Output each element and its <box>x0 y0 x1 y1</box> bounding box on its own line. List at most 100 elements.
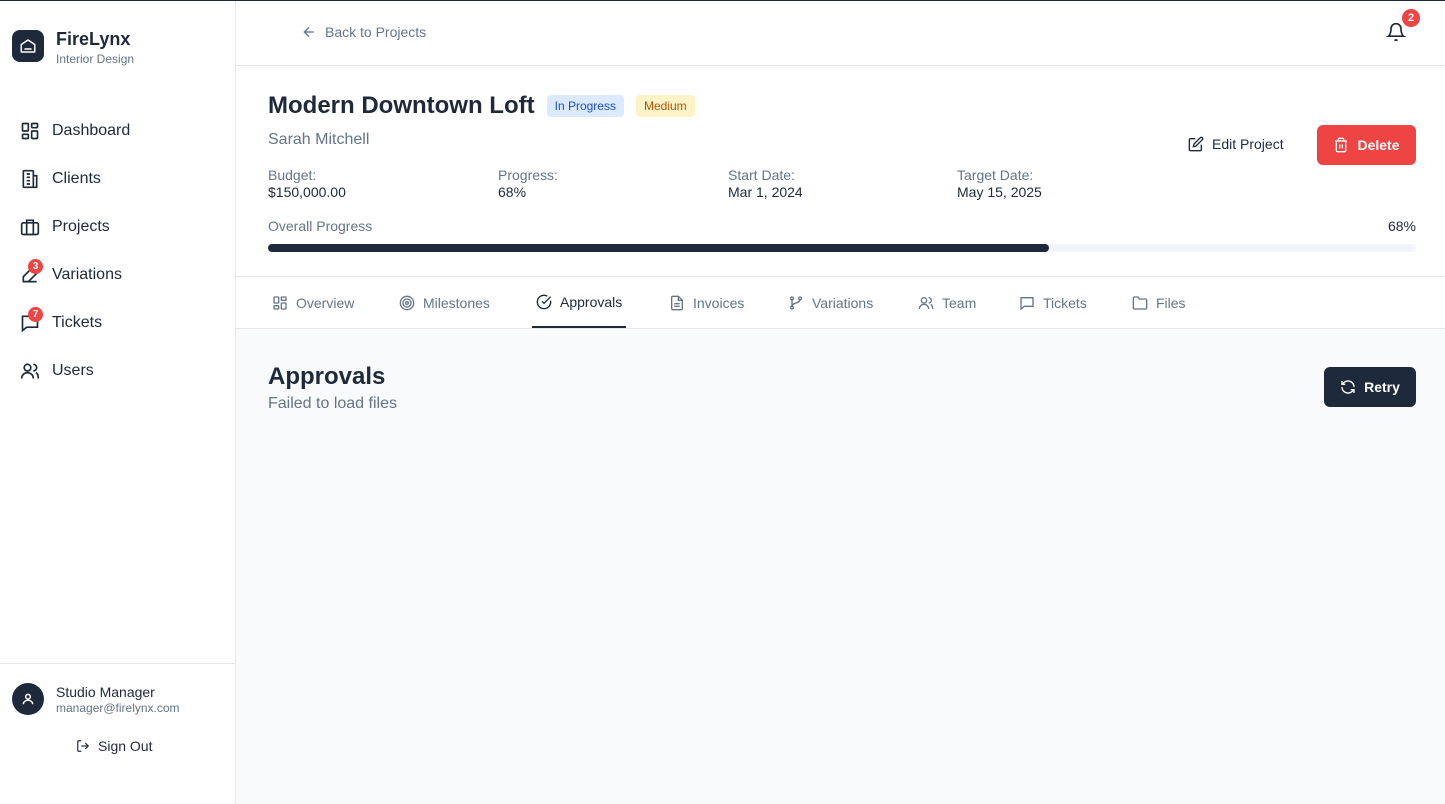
tickets-badge: 7 <box>28 307 43 322</box>
sidebar-item-users[interactable]: Users <box>0 347 235 395</box>
title-row: Modern Downtown Loft In Progress Medium <box>268 92 707 120</box>
sidebar-item-label: Tickets <box>52 314 103 331</box>
tab-label: Approvals <box>560 293 623 310</box>
bell-icon[interactable] <box>1385 22 1407 42</box>
stat-label: Budget: <box>268 167 317 183</box>
sidebar-item-label: Users <box>52 362 94 379</box>
brand-name: FireLynx <box>56 29 131 49</box>
section-title: Approvals <box>268 363 386 390</box>
sidebar-item-label: Variations <box>52 266 122 283</box>
overview-icon <box>273 295 287 310</box>
stat-value: May 15, 2025 <box>957 184 1042 200</box>
chat-icon <box>1020 296 1034 310</box>
sign-out-button[interactable]: Sign Out <box>76 738 152 754</box>
logout-icon <box>77 740 90 752</box>
page-title: Modern Downtown Loft <box>268 92 535 119</box>
stat-value: 68% <box>498 184 527 200</box>
project-tabs: Overview Milestones Approvals Invoices V… <box>236 277 1445 329</box>
approvals-panel: Approvals Failed to load files Retry <box>236 329 1445 804</box>
tab-label: Tickets <box>1043 294 1087 311</box>
stat-value: $150,000.00 <box>268 184 346 200</box>
dashboard-icon <box>20 121 40 141</box>
tab-label: Overview <box>296 294 355 311</box>
stat-budget: Budget: $150,000.00 <box>268 167 346 201</box>
tab-invoices[interactable]: Invoices <box>665 277 748 328</box>
team-icon <box>918 296 934 309</box>
tab-label: Invoices <box>693 294 745 311</box>
sidebar-item-label: Projects <box>52 218 110 235</box>
user-panel: Studio Manager manager@firelynx.com Sign… <box>0 663 235 804</box>
stat-start-date: Start Date: Mar 1, 2024 <box>728 167 803 201</box>
stat-target-date: Target Date: May 15, 2025 <box>957 167 1042 201</box>
trash-icon <box>1335 137 1348 153</box>
overall-progress-label: Overall Progress <box>268 218 373 234</box>
brand[interactable]: FireLynx Interior Design <box>12 28 134 66</box>
tab-variations[interactable]: Variations <box>784 277 877 328</box>
message-icon: 7 <box>20 307 43 333</box>
check-circle-icon <box>536 294 552 309</box>
user-email: manager@firelynx.com <box>56 701 180 715</box>
stat-value: Mar 1, 2024 <box>728 184 803 200</box>
status-badge: In Progress <box>546 95 624 117</box>
avatar <box>12 683 44 715</box>
top-border <box>0 0 1445 1</box>
edit-project-button[interactable]: Edit Project <box>1188 136 1284 152</box>
project-header: Modern Downtown Loft In Progress Medium … <box>236 66 1445 277</box>
stat-progress: Progress: 68% <box>498 167 558 201</box>
tab-label: Team <box>942 294 977 311</box>
branch-icon <box>790 295 802 310</box>
tab-approvals[interactable]: Approvals <box>532 277 627 328</box>
tab-overview[interactable]: Overview <box>268 277 358 328</box>
notification-badge: 2 <box>1402 9 1420 27</box>
sidebar-item-dashboard[interactable]: Dashboard <box>0 107 235 155</box>
tab-milestones[interactable]: Milestones <box>395 277 494 328</box>
priority-badge: Medium <box>635 95 695 117</box>
sidebar-nav: Dashboard Clients Projects 3 Variations … <box>0 107 235 395</box>
sidebar-item-clients[interactable]: Clients <box>0 155 235 203</box>
main-content: Back to Projects 2 Modern Downtown Loft … <box>236 0 1445 804</box>
sidebar-item-tickets[interactable]: 7 Tickets <box>0 299 235 347</box>
sign-out-label: Sign Out <box>98 738 153 754</box>
delete-label: Delete <box>1357 137 1400 153</box>
variations-icon: 3 <box>20 259 43 285</box>
sidebar-item-variations[interactable]: 3 Variations <box>0 251 235 299</box>
user-name: Studio Manager <box>56 684 155 700</box>
client-name[interactable]: Sarah Mitchell <box>268 131 369 149</box>
document-icon <box>671 295 683 310</box>
sidebar-item-label: Dashboard <box>52 122 131 139</box>
stat-label: Start Date: <box>728 167 795 183</box>
error-message: Failed to load files <box>268 395 397 412</box>
sidebar-item-projects[interactable]: Projects <box>0 203 235 251</box>
delete-button[interactable]: Delete <box>1317 125 1416 165</box>
topbar: Back to Projects 2 <box>236 0 1445 66</box>
building-icon <box>20 169 40 189</box>
progress-fill <box>268 244 1049 252</box>
stat-label: Progress: <box>498 167 558 183</box>
home-logo-icon <box>12 30 44 62</box>
users-icon <box>20 361 40 381</box>
refresh-icon <box>1341 380 1355 394</box>
edit-project-label: Edit Project <box>1212 136 1284 152</box>
back-to-projects-link[interactable]: Back to Projects <box>301 24 426 40</box>
tab-label: Files <box>1156 294 1186 311</box>
tab-team[interactable]: Team <box>914 277 980 328</box>
brand-subtitle: Interior Design <box>56 52 135 66</box>
variations-badge: 3 <box>28 259 43 274</box>
user-info[interactable]: Studio Manager manager@firelynx.com <box>12 683 180 715</box>
folder-icon <box>1132 295 1148 310</box>
sidebar-item-label: Clients <box>52 170 101 187</box>
overall-progress-value: 68% <box>1387 218 1416 234</box>
overall-progress-bar <box>268 244 1416 252</box>
briefcase-icon <box>20 217 40 237</box>
tab-files[interactable]: Files <box>1128 277 1190 328</box>
arrow-left-icon <box>303 26 314 38</box>
stat-label: Target Date: <box>957 167 1034 183</box>
tab-tickets[interactable]: Tickets <box>1015 277 1091 328</box>
tab-label: Milestones <box>423 294 490 311</box>
back-label: Back to Projects <box>325 24 427 40</box>
target-icon <box>399 295 415 310</box>
edit-icon <box>1188 136 1204 152</box>
tab-label: Variations <box>812 294 874 311</box>
sidebar: FireLynx Interior Design Dashboard Clien… <box>0 0 236 804</box>
retry-button[interactable]: Retry <box>1324 367 1416 407</box>
